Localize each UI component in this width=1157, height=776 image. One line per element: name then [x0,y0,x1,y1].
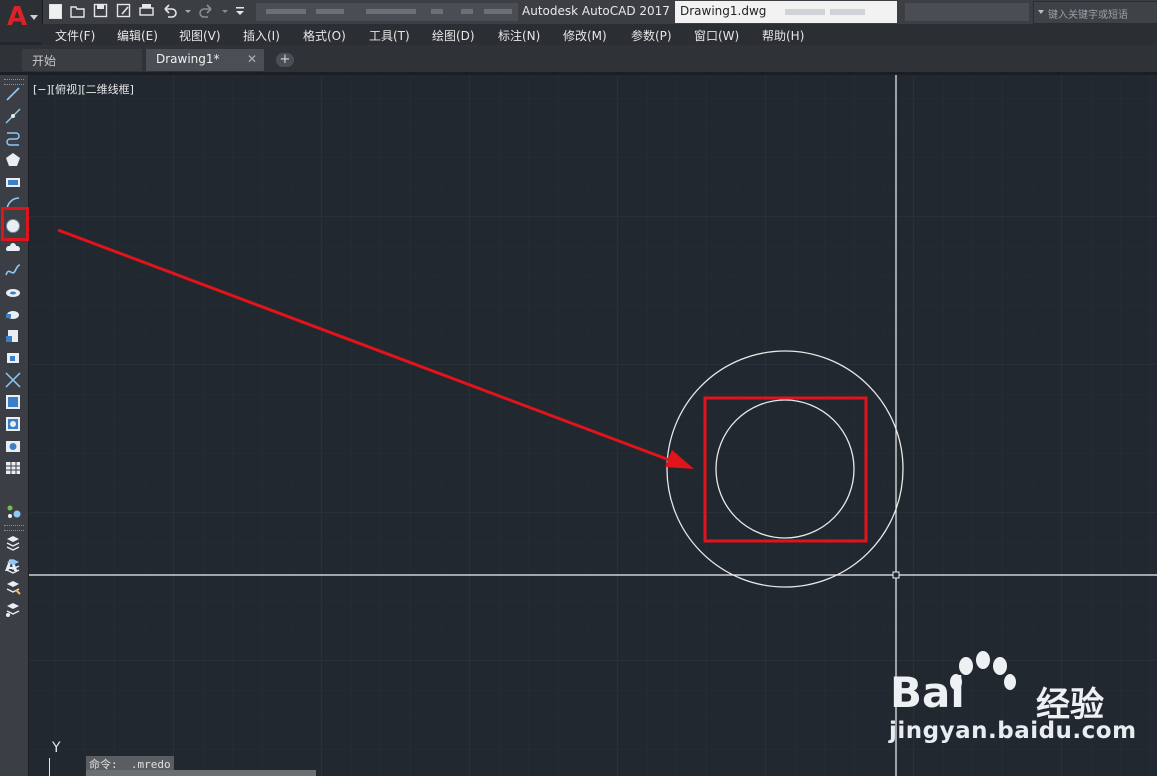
file-tab-bar: 开始 Drawing1* ✕ + [0,45,1157,75]
title-bar-controls[interactable] [905,3,1029,21]
redo-icon[interactable] [198,2,215,19]
layer-previous-icon[interactable] [4,578,22,596]
circle-tool-highlight [1,207,29,241]
revision-cloud-icon[interactable] [4,239,22,257]
table-icon[interactable] [4,459,22,477]
layer-properties-icon[interactable] [4,534,22,552]
watermark-url: jingyan.baidu.com [889,718,1137,744]
menu-draw[interactable]: 绘图(D) [432,27,475,44]
ucs-icon [49,758,50,776]
region-icon[interactable] [4,415,22,433]
new-tab-button[interactable]: + [276,53,294,67]
file-name-box: Drawing1.dwg [675,1,897,23]
viewport-controls[interactable]: [−][俯视][二维线框] [33,81,134,97]
new-file-icon[interactable] [46,2,63,19]
menu-view[interactable]: 视图(V) [179,27,221,44]
wipeout-icon[interactable] [4,437,22,455]
point-icon[interactable] [4,349,22,367]
search-input[interactable]: 键入关键字或短语 [1033,1,1157,24]
app-title: Autodesk AutoCAD 2017 [522,4,670,18]
construction-line-icon[interactable] [4,107,22,125]
search-dropdown-icon [1038,10,1044,14]
application-menu-button[interactable]: A [0,0,43,42]
chevron-down-icon [30,15,38,20]
menu-parameters[interactable]: 参数(P) [631,27,672,44]
spline-icon[interactable] [4,261,22,279]
save-as-icon[interactable] [115,2,132,19]
hatch-icon[interactable] [4,371,22,389]
watermark-brand: Bai [890,668,965,717]
make-block-icon[interactable] [4,327,22,345]
menu-format[interactable]: 格式(O) [303,27,346,44]
undo-icon[interactable] [161,2,178,19]
polyline-icon[interactable] [4,129,22,147]
open-file-icon[interactable] [69,2,86,19]
layer-isolate-icon[interactable] [4,600,22,618]
line-icon[interactable] [4,85,22,103]
tab-drawing1-label: Drawing1* [156,52,220,66]
tab-start-label: 开始 [32,54,57,68]
ellipse-icon[interactable] [4,283,22,301]
quick-access-toolbar [46,2,245,22]
menu-modify[interactable]: 修改(M) [563,27,607,44]
tab-start[interactable]: 开始 [22,49,142,71]
ucs-y-axis-label: Y [52,740,61,756]
draw-toolbar: A [0,75,29,776]
menu-dimension[interactable]: 标注(N) [498,27,540,44]
command-input[interactable] [86,770,316,776]
toolbar-grip-2[interactable] [4,525,24,531]
save-icon[interactable] [92,2,109,19]
add-selected-icon[interactable] [4,502,22,520]
autocad-logo-icon: A [7,2,28,32]
menu-window[interactable]: 窗口(W) [694,27,739,44]
menu-insert[interactable]: 插入(I) [243,27,280,44]
insert-block-icon[interactable] [4,305,22,323]
search-placeholder: 键入关键字或短语 [1048,10,1128,21]
undo-dropdown-icon[interactable] [184,2,192,19]
menu-bar: 文件(F) 编辑(E) 视图(V) 插入(I) 格式(O) 工具(T) 绘图(D… [42,24,1157,45]
layer-state-icon[interactable] [4,556,22,574]
close-icon[interactable]: ✕ [247,52,257,66]
gradient-icon[interactable] [4,393,22,411]
tab-drawing1[interactable]: Drawing1* ✕ [146,49,264,71]
file-name: Drawing1.dwg [680,4,767,18]
workspace-switcher[interactable] [256,3,518,21]
menu-tools[interactable]: 工具(T) [369,27,410,44]
menu-edit[interactable]: 编辑(E) [117,27,158,44]
polygon-icon[interactable] [4,151,22,169]
customize-toolbar-icon[interactable] [235,2,245,19]
menu-file[interactable]: 文件(F) [55,27,95,44]
redo-dropdown-icon[interactable] [221,2,229,19]
menu-help[interactable]: 帮助(H) [762,27,804,44]
rectangle-icon[interactable] [4,173,22,191]
plot-icon[interactable] [138,2,155,19]
